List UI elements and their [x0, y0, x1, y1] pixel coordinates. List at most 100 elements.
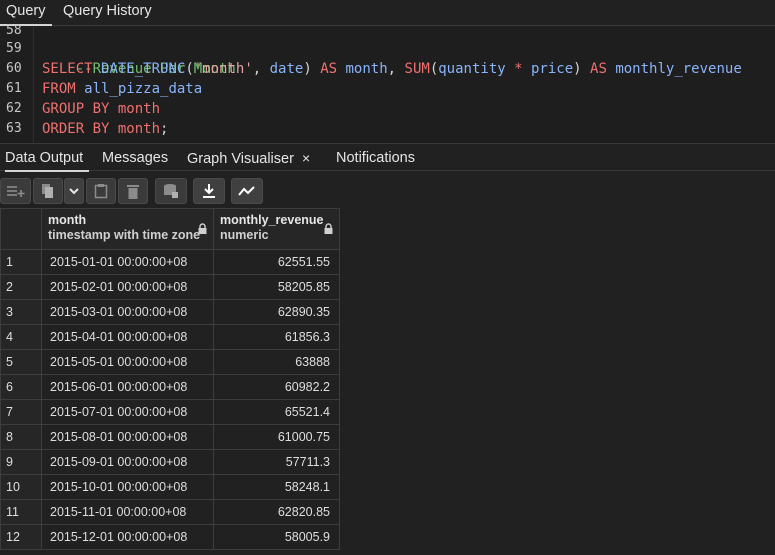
table-row[interactable]: 1 2015-01-01 00:00:00+08 62551.55 — [0, 249, 340, 275]
copy-icon[interactable] — [33, 178, 63, 204]
cell-month[interactable]: 2015-06-01 00:00:00+08 — [41, 374, 214, 400]
cell-month[interactable]: 2015-07-01 00:00:00+08 — [41, 399, 214, 425]
column-name: monthly_revenue — [220, 213, 324, 227]
row-number[interactable]: 9 — [0, 449, 42, 475]
row-number[interactable]: 8 — [0, 424, 42, 450]
tab-graph-visualiser-label: Graph Visualiser — [187, 151, 294, 167]
line-number: 58 — [6, 23, 22, 38]
row-number[interactable]: 10 — [0, 474, 42, 500]
row-number[interactable]: 6 — [0, 374, 42, 400]
close-icon[interactable]: × — [302, 150, 310, 166]
sql-identifier-month: month — [117, 101, 161, 117]
delete-icon[interactable] — [118, 178, 148, 204]
row-number[interactable]: 11 — [0, 499, 42, 525]
cell-monthly-revenue[interactable]: 61000.75 — [213, 424, 340, 450]
sql-table-name: all_pizza_data — [84, 81, 203, 97]
code-line-select[interactable]: SELECT DATE_TRUNC('month', date) AS mont… — [42, 59, 742, 79]
cell-monthly-revenue[interactable]: 60982.2 — [213, 374, 340, 400]
line-number: 62 — [6, 101, 22, 116]
lock-icon — [198, 223, 207, 234]
table-row[interactable]: 6 2015-06-01 00:00:00+08 60982.2 — [0, 374, 340, 400]
code-line-group-by[interactable]: GROUP BY month — [42, 99, 160, 119]
cell-monthly-revenue[interactable]: 58205.85 — [213, 274, 340, 300]
cell-monthly-revenue[interactable]: 58005.9 — [213, 524, 340, 550]
graph-icon[interactable] — [231, 178, 263, 204]
row-number[interactable]: 12 — [0, 524, 42, 550]
column-type: numeric — [220, 228, 269, 242]
row-number[interactable]: 5 — [0, 349, 42, 375]
query-tab-bar: Query Query History — [0, 0, 775, 26]
line-number: 60 — [6, 61, 22, 76]
table-row[interactable]: 9 2015-09-01 00:00:00+08 57711.3 — [0, 449, 340, 475]
line-number: 63 — [6, 121, 22, 136]
paste-icon[interactable] — [86, 178, 116, 204]
result-grid: month timestamp with time zone monthly_r… — [0, 208, 340, 550]
table-row[interactable]: 8 2015-08-01 00:00:00+08 61000.75 — [0, 424, 340, 450]
download-icon[interactable] — [193, 178, 225, 204]
add-row-icon[interactable] — [0, 178, 31, 204]
cell-month[interactable]: 2015-04-01 00:00:00+08 — [41, 324, 214, 350]
cell-month[interactable]: 2015-11-01 00:00:00+08 — [41, 499, 214, 525]
cell-monthly-revenue[interactable]: 58248.1 — [213, 474, 340, 500]
cell-month[interactable]: 2015-09-01 00:00:00+08 — [41, 449, 214, 475]
sql-function-sum: SUM — [404, 61, 430, 77]
tab-messages[interactable]: Messages — [102, 144, 168, 172]
row-number[interactable]: 7 — [0, 399, 42, 425]
cell-month[interactable]: 2015-02-01 00:00:00+08 — [41, 274, 214, 300]
table-row[interactable]: 2 2015-02-01 00:00:00+08 58205.85 — [0, 274, 340, 300]
sql-keyword-as: AS — [590, 61, 607, 77]
column-header-monthly-revenue[interactable]: monthly_revenue numeric — [213, 208, 340, 250]
tab-notifications[interactable]: Notifications — [336, 144, 415, 172]
cell-monthly-revenue[interactable]: 62820.85 — [213, 499, 340, 525]
row-number[interactable]: 4 — [0, 324, 42, 350]
table-row[interactable]: 5 2015-05-01 00:00:00+08 63888 — [0, 349, 340, 375]
column-header-month[interactable]: month timestamp with time zone — [41, 208, 214, 250]
sql-identifier-quantity: quantity — [438, 61, 506, 77]
table-row[interactable]: 12 2015-12-01 00:00:00+08 58005.9 — [0, 524, 340, 550]
sql-operator-multiply: * — [514, 61, 523, 77]
sql-string-month: 'month' — [193, 61, 253, 77]
table-row[interactable]: 7 2015-07-01 00:00:00+08 65521.4 — [0, 399, 340, 425]
tab-graph-visualiser[interactable]: Graph Visualiser × — [187, 144, 310, 172]
code-line-from[interactable]: FROM all_pizza_data — [42, 79, 202, 99]
cell-monthly-revenue[interactable]: 62551.55 — [213, 249, 340, 275]
table-row[interactable]: 4 2015-04-01 00:00:00+08 61856.3 — [0, 324, 340, 350]
cell-monthly-revenue[interactable]: 57711.3 — [213, 449, 340, 475]
row-number-header — [0, 208, 42, 250]
cell-month[interactable]: 2015-10-01 00:00:00+08 — [41, 474, 214, 500]
grid-header-row: month timestamp with time zone monthly_r… — [0, 208, 340, 250]
line-number: 61 — [6, 81, 22, 96]
sql-keyword-as: AS — [320, 61, 338, 77]
sql-identifier-month: month — [117, 121, 161, 137]
line-number-gutter: 58 59 60 61 62 63 — [0, 23, 34, 143]
save-data-icon[interactable] — [155, 178, 187, 204]
cell-month[interactable]: 2015-12-01 00:00:00+08 — [41, 524, 214, 550]
data-toolbar — [0, 172, 775, 208]
tab-data-output[interactable]: Data Output — [5, 144, 89, 172]
cell-monthly-revenue[interactable]: 65521.4 — [213, 399, 340, 425]
cell-month[interactable]: 2015-03-01 00:00:00+08 — [41, 299, 214, 325]
cell-monthly-revenue[interactable]: 62890.35 — [213, 299, 340, 325]
row-number[interactable]: 1 — [0, 249, 42, 275]
row-number[interactable]: 3 — [0, 299, 42, 325]
table-row[interactable]: 10 2015-10-01 00:00:00+08 58248.1 — [0, 474, 340, 500]
cell-monthly-revenue[interactable]: 61856.3 — [213, 324, 340, 350]
sql-alias-monthly-revenue: monthly_revenue — [615, 61, 742, 77]
sql-editor[interactable]: 58 59 60 61 62 63 --Revenue Per Month SE… — [0, 23, 775, 143]
code-line-comment[interactable]: --Revenue Per Month — [42, 39, 236, 77]
sql-function-date-trunc: DATE_TRUNC — [101, 61, 186, 77]
sql-keyword-group-by: GROUP BY — [42, 101, 110, 117]
cell-month[interactable]: 2015-01-01 00:00:00+08 — [41, 249, 214, 275]
tab-query-history[interactable]: Query History — [57, 0, 158, 26]
cell-month[interactable]: 2015-05-01 00:00:00+08 — [41, 349, 214, 375]
line-number: 59 — [6, 41, 22, 56]
cell-monthly-revenue[interactable]: 63888 — [213, 349, 340, 375]
table-row[interactable]: 11 2015-11-01 00:00:00+08 62820.85 — [0, 499, 340, 525]
cell-month[interactable]: 2015-08-01 00:00:00+08 — [41, 424, 214, 450]
table-row[interactable]: 3 2015-03-01 00:00:00+08 62890.35 — [0, 299, 340, 325]
code-line-order-by[interactable]: ORDER BY month; — [42, 119, 168, 139]
column-name: month — [48, 213, 87, 227]
sql-identifier-date: date — [269, 61, 304, 77]
dropdown-chevron-icon[interactable] — [64, 178, 84, 204]
row-number[interactable]: 2 — [0, 274, 42, 300]
